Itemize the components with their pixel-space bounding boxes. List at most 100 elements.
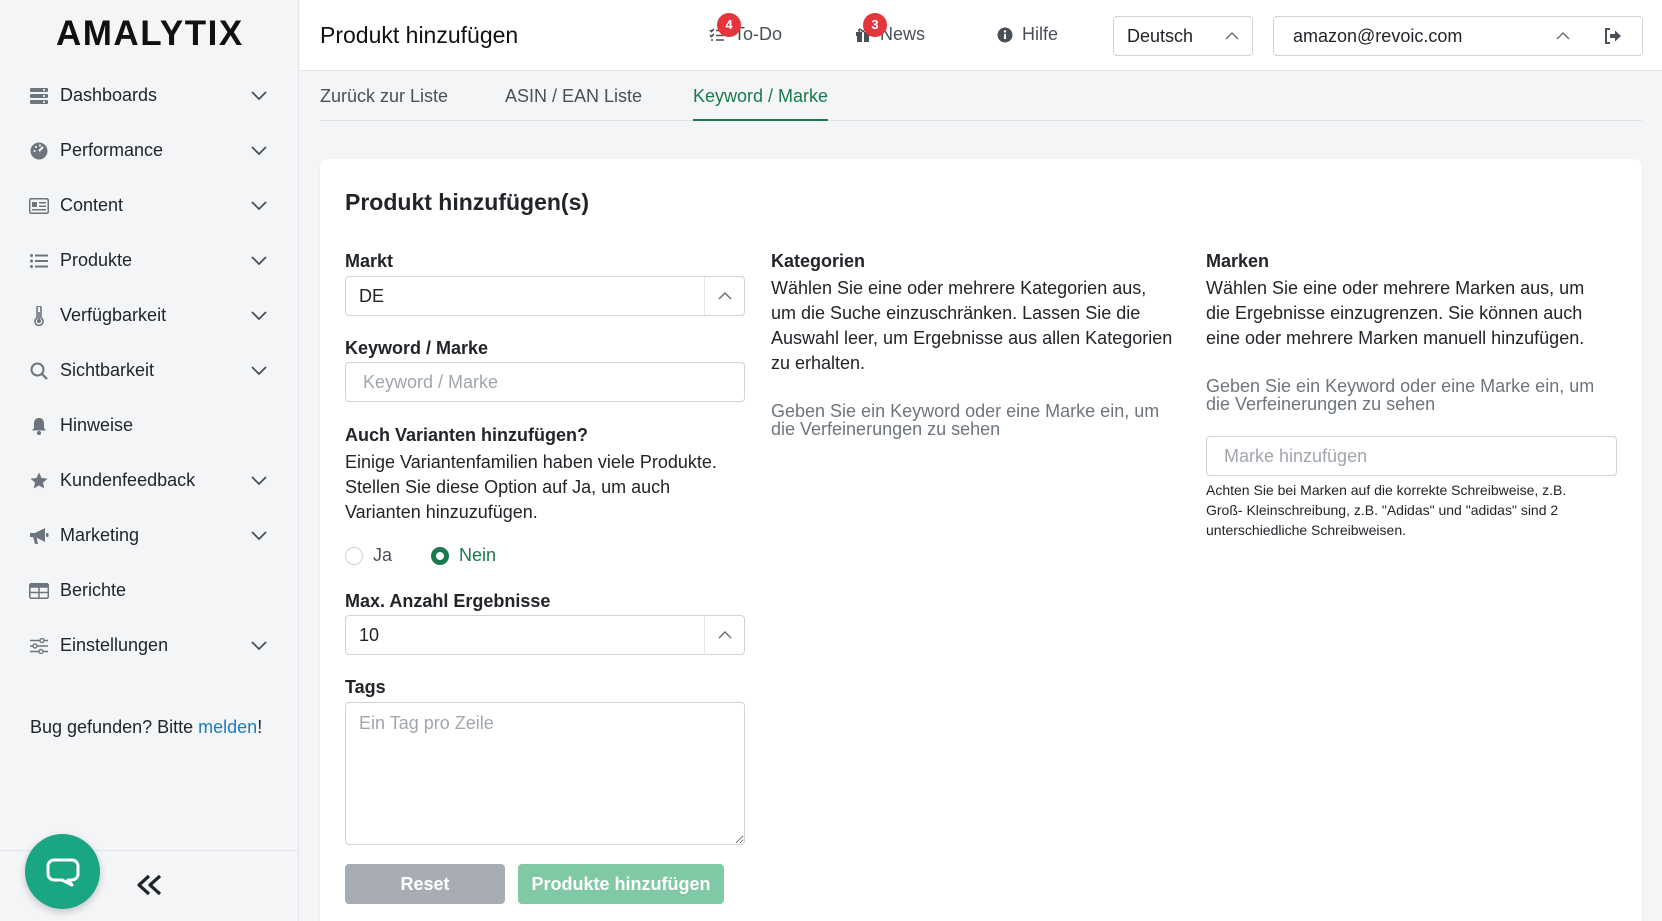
market-select[interactable]: DE xyxy=(345,276,745,316)
logout-button[interactable] xyxy=(1583,16,1643,56)
brands-hint-2: die Verfeinerungen zu sehen xyxy=(1206,394,1436,414)
collapse-sidebar-button[interactable] xyxy=(134,870,164,900)
sidebar-item-label: Content xyxy=(60,195,124,215)
tab-asin-ean-list[interactable]: ASIN / EAN Liste xyxy=(505,86,642,121)
keyword-label: Keyword / Marke xyxy=(345,338,489,358)
tab-bar: Zurück zur Liste ASIN / EAN Liste Keywor… xyxy=(320,72,1642,121)
add-products-button[interactable]: Produkte hinzufügen xyxy=(518,864,724,904)
categories-help-1: Wählen Sie eine oder mehrere Kategorien … xyxy=(771,278,1147,298)
sliders-icon xyxy=(28,635,50,657)
chat-icon xyxy=(46,858,79,886)
variants-radio-no[interactable]: Nein xyxy=(431,545,496,566)
list-icon xyxy=(28,250,50,272)
bug-report-text: Bug gefunden? Bitte melden! xyxy=(30,717,262,738)
chevron-up-icon xyxy=(1212,17,1252,55)
help-label: Hilfe xyxy=(1022,24,1059,44)
page-title: Produkt hinzufügen xyxy=(320,22,519,48)
sidebar-item-label: Marketing xyxy=(60,525,140,545)
checklist-icon: 4 xyxy=(708,12,741,44)
radio-circle xyxy=(345,546,363,565)
news-count-badge: 3 xyxy=(863,12,887,37)
sidebar-item-produkte[interactable]: Produkte xyxy=(0,233,299,288)
chevron-down-icon xyxy=(249,196,269,216)
todo-link[interactable]: 4 To-Do xyxy=(708,12,783,45)
language-select[interactable]: Deutsch xyxy=(1113,16,1253,56)
account-select[interactable]: amazon@revoic.com xyxy=(1273,16,1584,56)
language-value: Deutsch xyxy=(1127,25,1194,46)
account-email: amazon@revoic.com xyxy=(1293,25,1463,46)
categories-help-4: zu erhalten. xyxy=(771,353,866,373)
brands-help-1: Wählen Sie eine oder mehrere Marken aus,… xyxy=(1206,278,1585,298)
add-product-card: Produkt hinzufügen(s) Markt DE Keyword /… xyxy=(320,159,1642,921)
brands-note-2: Groß- Kleinschreibung, z.B. "Adidas" und… xyxy=(1206,502,1559,518)
logout-icon xyxy=(1604,28,1621,44)
sidebar-item-marketing[interactable]: Marketing xyxy=(0,508,299,563)
info-icon xyxy=(996,26,1014,44)
max-results-value: 10 xyxy=(359,624,380,645)
keyword-input[interactable] xyxy=(345,362,745,402)
sidebar-item-kundenfeedback[interactable]: Kundenfeedback xyxy=(0,453,299,508)
star-icon xyxy=(28,470,50,492)
sidebar-item-einstellungen[interactable]: Einstellungen xyxy=(0,618,299,673)
chevron-down-icon xyxy=(249,306,269,326)
tags-textarea[interactable] xyxy=(345,702,745,845)
reset-button[interactable]: Reset xyxy=(345,864,505,904)
chevron-down-icon xyxy=(249,251,269,271)
content-icon xyxy=(28,195,50,217)
sidebar-item-label: Berichte xyxy=(60,580,127,600)
chevron-down-icon xyxy=(249,471,269,491)
brands-help-2: die Ergebnisse einzugrenzen. Sie können … xyxy=(1206,303,1583,323)
card-title: Produkt hinzufügen(s) xyxy=(345,189,590,215)
variants-help-1: Einige Variantenfamilien haben viele Pro… xyxy=(345,452,717,472)
dashboards-icon xyxy=(28,85,50,107)
radio-circle-selected xyxy=(431,546,449,565)
brands-note-1: Achten Sie bei Marken auf die korrekte S… xyxy=(1206,482,1567,498)
max-results-label: Max. Anzahl Ergebnisse xyxy=(345,591,551,611)
variants-help-2: Stellen Sie diese Option auf Ja, um auch xyxy=(345,477,671,497)
chat-button[interactable] xyxy=(25,834,100,909)
sidebar-nav: Dashboards Performance Content Produkte Verf… xyxy=(0,68,299,673)
sidebar-item-hinweise[interactable]: Hinweise xyxy=(0,398,299,453)
chevron-down-icon xyxy=(249,526,269,546)
chevron-down-icon xyxy=(249,86,269,106)
max-results-select[interactable]: 10 xyxy=(345,615,745,655)
todo-label: To-Do xyxy=(734,24,783,44)
sidebar-item-label: Einstellungen xyxy=(60,635,169,655)
sidebar-item-dashboards[interactable]: Dashboards xyxy=(0,68,299,123)
tab-keyword-brand[interactable]: Keyword / Marke xyxy=(693,86,829,121)
sidebar-item-sichtbarkeit[interactable]: Sichtbarkeit xyxy=(0,343,299,398)
brand-input[interactable] xyxy=(1206,436,1617,476)
chevron-down-icon xyxy=(249,636,269,656)
radio-yes-label: Ja xyxy=(373,545,393,565)
bug-report-suffix: ! xyxy=(257,717,263,737)
news-link[interactable]: 3 News xyxy=(854,12,925,45)
sidebar-item-label: Performance xyxy=(60,140,164,160)
sidebar: AMALYTIX Dashboards Performance Content Pro… xyxy=(0,0,299,921)
categories-label: Kategorien xyxy=(771,251,866,271)
table-icon xyxy=(28,580,50,602)
chevron-up-icon xyxy=(1543,17,1583,55)
categories-help-3: Auswahl leer, um Ergebnisse aus allen Ka… xyxy=(771,328,1173,348)
help-link[interactable]: Hilfe xyxy=(996,24,1058,45)
variants-radio-yes[interactable]: Ja xyxy=(345,545,392,566)
sidebar-item-berichte[interactable]: Berichte xyxy=(0,563,299,618)
gift-icon: 3 xyxy=(854,12,887,44)
categories-hint-2: die Verfeinerungen zu sehen xyxy=(771,419,1001,439)
bug-report-link[interactable]: melden xyxy=(198,717,257,737)
bug-report-label: Bug gefunden? Bitte xyxy=(30,717,199,737)
brands-hint-1: Geben Sie ein Keyword oder eine Marke ei… xyxy=(1206,376,1595,396)
sidebar-item-performance[interactable]: Performance xyxy=(0,123,299,178)
variants-help-3: Varianten hinzuzufügen. xyxy=(345,502,538,522)
tab-back-to-list[interactable]: Zurück zur Liste xyxy=(320,86,448,121)
market-value: DE xyxy=(359,285,385,306)
sidebar-item-verfugbarkeit[interactable]: Verfügbarkeit xyxy=(0,288,299,343)
sidebar-item-label: Produkte xyxy=(60,250,133,270)
thermometer-icon xyxy=(28,305,50,327)
radio-no-label: Nein xyxy=(459,545,497,565)
brand-logo[interactable]: AMALYTIX xyxy=(56,14,244,54)
sidebar-item-label: Sichtbarkeit xyxy=(60,360,155,380)
sidebar-item-content[interactable]: Content xyxy=(0,178,299,233)
bell-icon xyxy=(28,415,50,437)
brands-help-3: eine oder mehrere Marken manuell hinzufü… xyxy=(1206,328,1585,348)
search-icon xyxy=(28,360,50,382)
